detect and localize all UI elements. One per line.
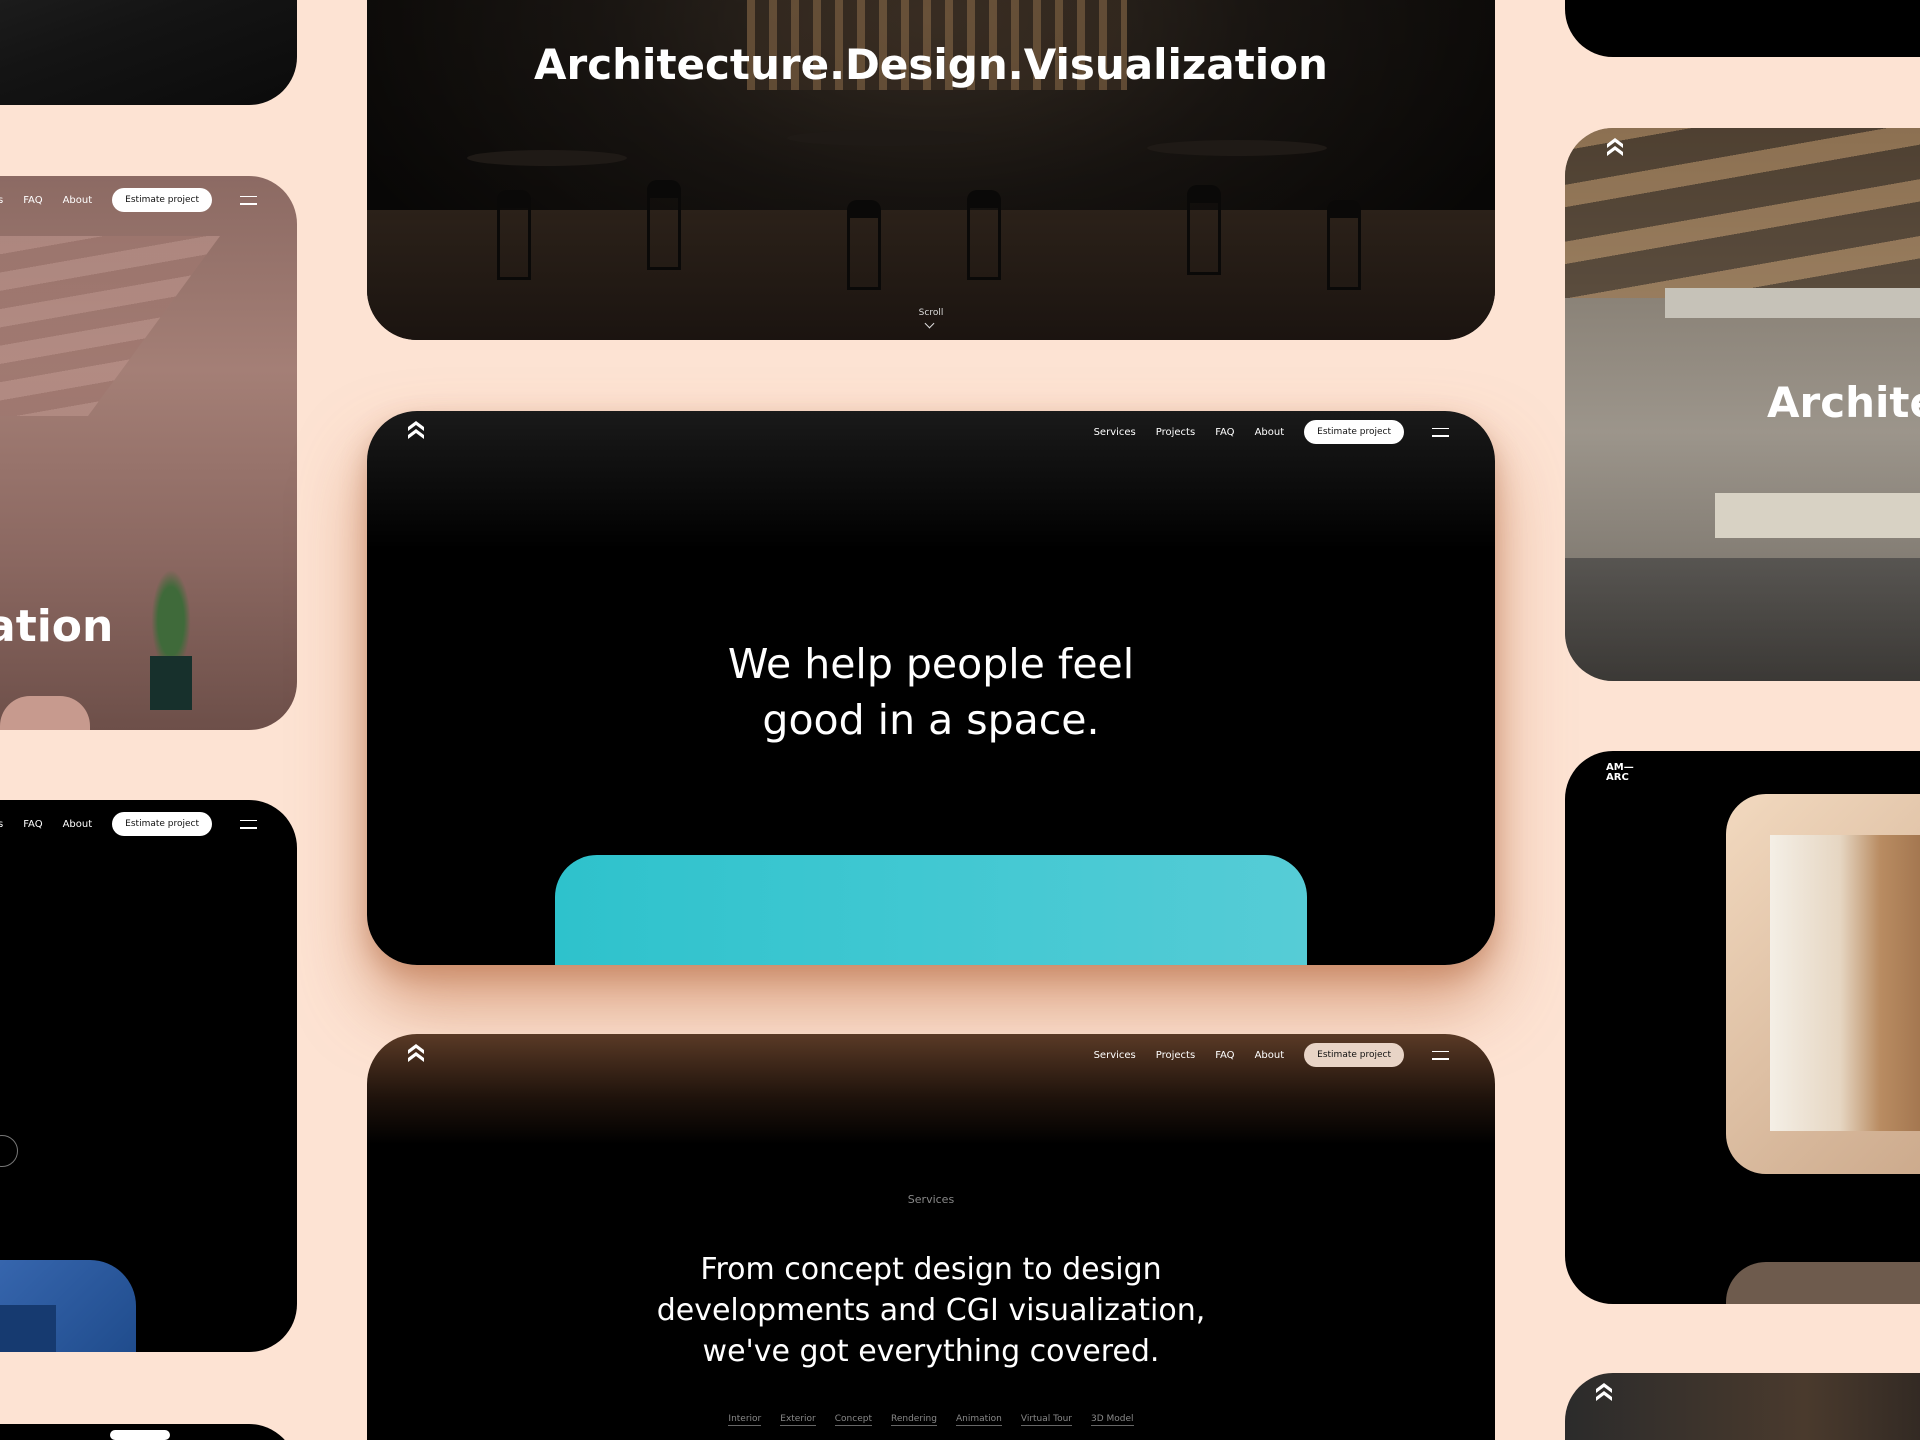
- services-card: Services Projects FAQ About Estimate pro…: [367, 1034, 1495, 1440]
- hero-headline-line1: We help people feel: [727, 640, 1135, 688]
- tag-interior[interactable]: Interior: [728, 1414, 762, 1426]
- table-image: [1147, 140, 1327, 156]
- plant-pot-image: [150, 656, 192, 710]
- nav-link-faq[interactable]: FAQ: [1215, 1050, 1234, 1061]
- right-card-exterior: Archite: [1565, 128, 1920, 681]
- nav-link-services-fragment[interactable]: s: [0, 195, 3, 206]
- section-eyebrow: Services: [907, 1193, 955, 1206]
- left-card-dark: s FAQ About Estimate project: [0, 800, 297, 1352]
- nav-link-faq[interactable]: FAQ: [23, 819, 42, 830]
- tag-animation[interactable]: Animation: [955, 1414, 1002, 1426]
- teal-image-block: [555, 855, 1307, 965]
- right-card-bottom-fragment: [1565, 1373, 1920, 1440]
- chevron-stack-logo-icon[interactable]: [1604, 136, 1626, 158]
- estimate-project-button[interactable]: Estimate project: [112, 812, 213, 836]
- nav-link-about[interactable]: About: [63, 195, 93, 206]
- hamburger-icon[interactable]: [240, 195, 258, 205]
- chevron-stack-logo-icon[interactable]: [1593, 1381, 1615, 1403]
- left-card-pink-interior: ation s FAQ About Estimate project: [0, 176, 297, 730]
- pool-image: [1565, 558, 1920, 681]
- left-card-bottom-fragment: [0, 1424, 297, 1440]
- main-nav: Services Projects FAQ About Estimate pro…: [1094, 1043, 1495, 1067]
- clerestory-window-image: [1665, 288, 1920, 318]
- tag-concept[interactable]: Concept: [834, 1414, 872, 1426]
- nav-link-about[interactable]: About: [1255, 427, 1285, 438]
- table-image: [467, 150, 627, 166]
- right-card-top-fragment: [1565, 0, 1920, 57]
- nav-link-about[interactable]: About: [1255, 1050, 1285, 1061]
- tag-3d-model[interactable]: 3D Model: [1091, 1414, 1134, 1426]
- circle-control-icon[interactable]: [0, 1135, 18, 1167]
- nav-link-projects[interactable]: Projects: [1156, 1050, 1195, 1061]
- estimate-project-button-fragment[interactable]: [110, 1430, 170, 1440]
- chair-image: [967, 190, 1001, 280]
- hamburger-icon[interactable]: [1432, 427, 1449, 437]
- services-description-line3: we've got everything covered.: [702, 1334, 1160, 1369]
- plant-image: [148, 561, 194, 661]
- services-tag-list: Interior Exterior Concept Rendering Anim…: [367, 1414, 1495, 1426]
- chair-image: [847, 200, 881, 290]
- tag-virtual-tour[interactable]: Virtual Tour: [1020, 1414, 1073, 1426]
- hamburger-icon[interactable]: [240, 819, 258, 829]
- hamburger-icon[interactable]: [1432, 1050, 1449, 1060]
- left-card-nav: s FAQ About Estimate project: [0, 812, 258, 836]
- restaurant-hero-card: Architecture.Design.Visualization Scroll: [367, 0, 1495, 340]
- hero-headline-line2: good in a space.: [762, 696, 1100, 744]
- nav-link-projects[interactable]: Projects: [1156, 427, 1195, 438]
- amarc-wordmark[interactable]: AM— ARC: [1606, 763, 1634, 783]
- nav-link-faq[interactable]: FAQ: [1215, 427, 1234, 438]
- hero-card: Services Projects FAQ About Estimate pro…: [367, 411, 1495, 965]
- services-description-line1: From concept design to design: [700, 1252, 1162, 1287]
- estimate-project-button[interactable]: Estimate project: [1304, 420, 1404, 444]
- services-description: From concept design to design developmen…: [367, 1249, 1495, 1372]
- hero-headline-fragment: ation: [0, 601, 114, 652]
- chair-image: [1327, 200, 1361, 290]
- chair-image: [647, 180, 681, 270]
- nav-link-faq[interactable]: FAQ: [23, 195, 42, 206]
- image-strip-fragment: [1726, 1262, 1920, 1304]
- sofa-image: [1715, 493, 1920, 538]
- chevron-stack-logo-icon[interactable]: [405, 1042, 427, 1064]
- chair-image: [497, 190, 531, 280]
- tag-rendering[interactable]: Rendering: [891, 1414, 937, 1426]
- estimate-project-button[interactable]: Estimate project: [112, 188, 213, 212]
- chair-image: [0, 696, 90, 730]
- wordmark-line2: ARC: [1606, 772, 1629, 783]
- tag-exterior[interactable]: Exterior: [780, 1414, 816, 1426]
- main-nav: Services Projects FAQ About Estimate pro…: [1094, 420, 1495, 444]
- staircase-image: [0, 236, 220, 416]
- services-description-line2: developments and CGI visualization,: [656, 1293, 1206, 1328]
- right-card-amarc: AM— ARC: [1565, 751, 1920, 1304]
- hero-headline: We help people feel good in a space.: [367, 636, 1495, 748]
- left-card-nav: s FAQ About Estimate project: [0, 188, 258, 212]
- interior-photo: [1770, 835, 1920, 1131]
- table-image: [787, 130, 987, 146]
- hero-headline-fragment: Archite: [1767, 378, 1920, 427]
- nav-link-about[interactable]: About: [63, 819, 93, 830]
- nav-link-services[interactable]: Services: [1094, 427, 1136, 438]
- nav-link-services-fragment[interactable]: s: [0, 819, 3, 830]
- blue-image-shadow: [0, 1305, 56, 1352]
- left-card-top-fragment: [0, 0, 297, 105]
- chair-image: [1187, 185, 1221, 275]
- scroll-label[interactable]: Scroll: [367, 308, 1495, 318]
- estimate-project-button[interactable]: Estimate project: [1304, 1043, 1404, 1067]
- chevron-stack-logo-icon[interactable]: [405, 419, 427, 441]
- page-title: Architecture.Design.Visualization: [534, 40, 1328, 89]
- nav-link-services[interactable]: Services: [1094, 1050, 1136, 1061]
